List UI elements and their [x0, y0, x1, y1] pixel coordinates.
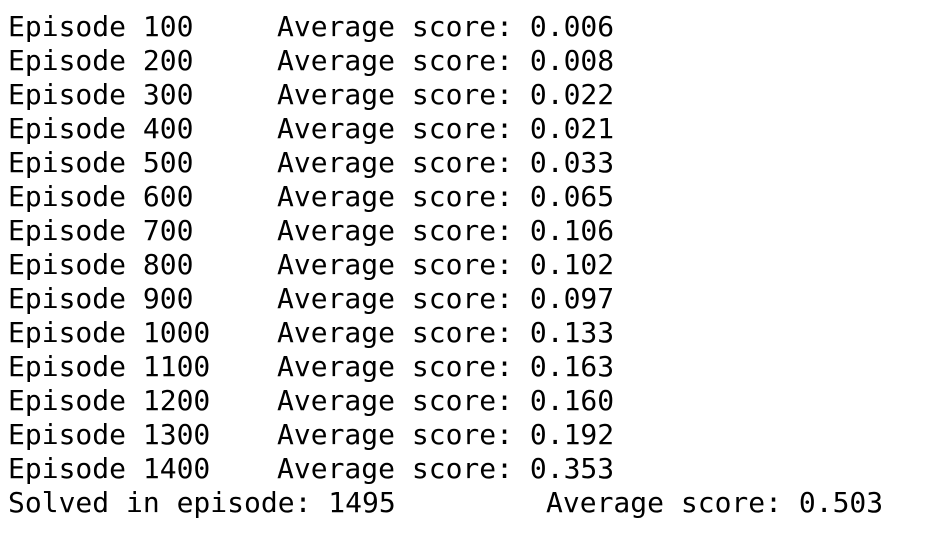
log-row: Episode 100 Average score: 0.006: [8, 10, 942, 44]
average-score: Average score: 0.006: [277, 10, 615, 43]
episode-label: Episode 700: [8, 214, 194, 247]
average-score: Average score: 0.008: [277, 44, 615, 77]
log-row: Episode 1400 Average score: 0.353: [8, 452, 942, 486]
solved-average-score: Average score: 0.503: [546, 486, 884, 519]
episode-label: Episode 800: [8, 248, 194, 281]
average-score: Average score: 0.021: [277, 112, 615, 145]
episode-label: Episode 200: [8, 44, 194, 77]
average-score: Average score: 0.022: [277, 78, 615, 111]
log-row: Episode 700 Average score: 0.106: [8, 214, 942, 248]
average-score: Average score: 0.133: [277, 316, 615, 349]
solved-episode-label: Solved in episode: 1495: [8, 486, 396, 519]
average-score: Average score: 0.097: [277, 282, 615, 315]
log-row: Episode 800 Average score: 0.102: [8, 248, 942, 282]
average-score: Average score: 0.192: [277, 418, 615, 451]
average-score: Average score: 0.033: [277, 146, 615, 179]
episode-label: Episode 1200: [8, 384, 211, 417]
log-row: Episode 1100 Average score: 0.163: [8, 350, 942, 384]
episode-label: Episode 300: [8, 78, 194, 111]
solved-row: Solved in episode: 1495 Average score: 0.…: [8, 486, 942, 520]
log-row: Episode 1000 Average score: 0.133: [8, 316, 942, 350]
episode-label: Episode 400: [8, 112, 194, 145]
log-row: Episode 400 Average score: 0.021: [8, 112, 942, 146]
episode-label: Episode 100: [8, 10, 194, 43]
log-row: Episode 300 Average score: 0.022: [8, 78, 942, 112]
episode-label: Episode 900: [8, 282, 194, 315]
average-score: Average score: 0.163: [277, 350, 615, 383]
log-row: Episode 600 Average score: 0.065: [8, 180, 942, 214]
log-row: Episode 500 Average score: 0.033: [8, 146, 942, 180]
episode-label: Episode 600: [8, 180, 194, 213]
average-score: Average score: 0.106: [277, 214, 615, 247]
episode-label: Episode 1100: [8, 350, 211, 383]
average-score: Average score: 0.065: [277, 180, 615, 213]
average-score: Average score: 0.102: [277, 248, 615, 281]
terminal-output: Episode 100 Average score: 0.006 Episode …: [0, 0, 942, 540]
episode-label: Episode 1400: [8, 452, 211, 485]
episode-label: Episode 1000: [8, 316, 211, 349]
average-score: Average score: 0.160: [277, 384, 615, 417]
log-row: Episode 900 Average score: 0.097: [8, 282, 942, 316]
episode-label: Episode 1300: [8, 418, 211, 451]
average-score: Average score: 0.353: [277, 452, 615, 485]
log-row: Episode 200 Average score: 0.008: [8, 44, 942, 78]
episode-label: Episode 500: [8, 146, 194, 179]
log-row: Episode 1300 Average score: 0.192: [8, 418, 942, 452]
log-row: Episode 1200 Average score: 0.160: [8, 384, 942, 418]
